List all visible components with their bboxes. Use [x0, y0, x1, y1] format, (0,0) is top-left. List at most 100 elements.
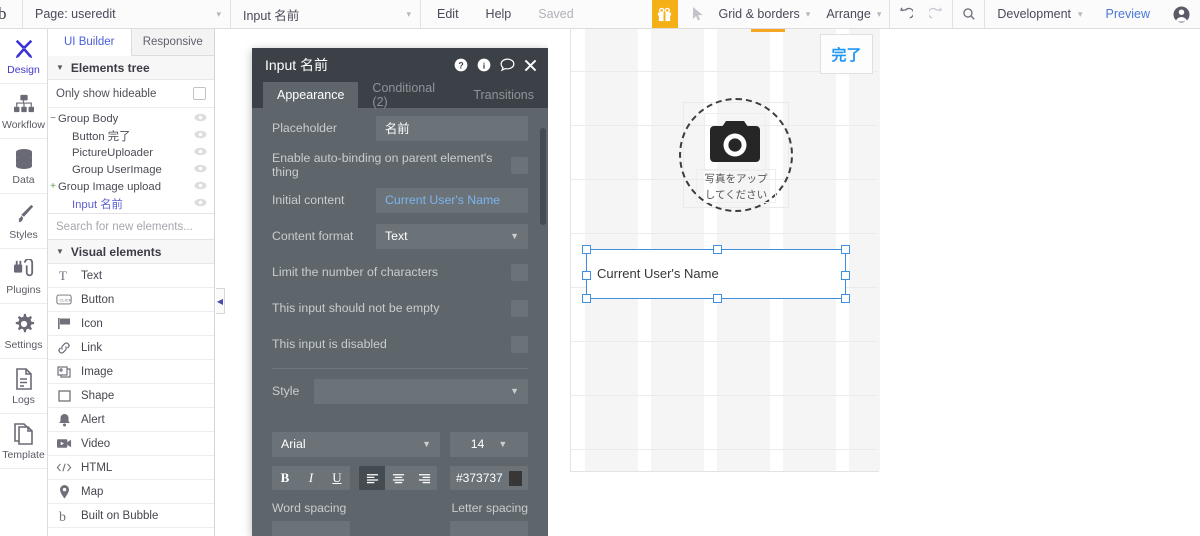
eye-icon[interactable]	[194, 130, 207, 142]
visual-element-map[interactable]: Map	[48, 480, 214, 504]
sidebar-item-data[interactable]: Data	[0, 139, 47, 194]
resize-handle-se[interactable]	[841, 294, 850, 303]
bubble-b-logo[interactable]: b	[0, 0, 22, 28]
eye-icon[interactable]	[194, 181, 207, 193]
resize-handle-sw[interactable]	[582, 294, 591, 303]
undo-icon[interactable]	[890, 0, 921, 28]
tab-ui-builder[interactable]: UI Builder	[48, 29, 132, 56]
eye-icon[interactable]	[194, 147, 207, 159]
design-canvas[interactable]: 完了 写真をアップ してください Current User's Name	[548, 29, 1200, 536]
visual-element-text[interactable]: T Text	[48, 264, 214, 288]
underline-button[interactable]: U	[324, 466, 350, 490]
only-show-hideable-checkbox[interactable]	[193, 87, 206, 100]
font-family-select[interactable]: Arial ▼	[272, 431, 440, 457]
property-panel-scrollbar[interactable]	[540, 108, 546, 536]
autobinding-checkbox[interactable]	[511, 156, 528, 174]
arrange-menu[interactable]: Arrange ▾	[818, 0, 889, 28]
eye-icon[interactable]	[194, 198, 207, 210]
sidebar-item-workflow[interactable]: Workflow	[0, 84, 47, 139]
visual-element-video[interactable]: Video	[48, 432, 214, 456]
resize-handle-s[interactable]	[713, 294, 722, 303]
resize-handle-e[interactable]	[841, 271, 850, 280]
info-circle-icon[interactable]: i	[477, 58, 491, 72]
sidebar-item-settings[interactable]: Settings	[0, 304, 47, 359]
align-right-icon[interactable]	[411, 466, 437, 490]
edit-menu[interactable]: Edit	[420, 0, 472, 28]
tab-responsive[interactable]: Responsive	[131, 29, 214, 55]
visual-element-html[interactable]: HTML	[48, 456, 214, 480]
upload-instruction-text: 写真をアップ してください	[696, 169, 776, 203]
tree-item-input-namae[interactable]: Input 名前	[48, 195, 214, 212]
sidebar-item-design[interactable]: Design	[0, 29, 47, 84]
visual-element-shape[interactable]: Shape	[48, 384, 214, 408]
visual-element-image[interactable]: Image	[48, 360, 214, 384]
tree-item-pictureuploader[interactable]: PictureUploader	[48, 144, 214, 161]
sidebar-item-template[interactable]: Template	[0, 414, 47, 469]
user-avatar-icon[interactable]	[1163, 0, 1200, 28]
tree-item-button-kanryo[interactable]: Button 完了	[48, 127, 214, 144]
grid-borders-menu[interactable]: Grid & borders ▾	[715, 0, 819, 28]
visual-element-built-on-bubble[interactable]: b Built on Bubble	[48, 504, 214, 528]
visual-element-alert[interactable]: Alert	[48, 408, 214, 432]
panel-collapse-handle[interactable]: ◀	[216, 288, 225, 314]
disabled-checkbox[interactable]	[511, 335, 528, 353]
bold-button[interactable]: B	[272, 466, 298, 490]
comment-icon[interactable]	[500, 58, 515, 72]
preview-button[interactable]: Preview	[1092, 0, 1163, 28]
font-color-picker[interactable]: #373737	[450, 466, 528, 490]
page-body[interactable]: 完了 写真をアップ してください Current User's Name	[570, 29, 880, 472]
selected-input-element[interactable]: Current User's Name	[582, 245, 850, 303]
limit-characters-checkbox[interactable]	[511, 263, 528, 281]
search-icon[interactable]	[953, 0, 984, 28]
visual-element-link[interactable]: Link	[48, 336, 214, 360]
element-selector[interactable]: Input 名前 ▾	[230, 0, 420, 28]
redo-icon[interactable]	[921, 0, 952, 28]
eye-icon[interactable]	[194, 113, 207, 125]
tree-toggle-icon[interactable]: −	[48, 113, 58, 124]
sidebar-item-plugins[interactable]: Plugins	[0, 249, 47, 304]
tab-transitions[interactable]: Transitions	[459, 82, 548, 108]
search-new-elements-input[interactable]: Search for new elements...	[48, 214, 214, 240]
version-selector[interactable]: Development ▾	[984, 0, 1091, 28]
align-center-icon[interactable]	[385, 466, 411, 490]
resize-handle-nw[interactable]	[582, 245, 591, 254]
sidebar-item-styles[interactable]: Styles	[0, 194, 47, 249]
font-size-select[interactable]: 14 ▼	[450, 431, 528, 457]
cursor-pointer-icon[interactable]	[678, 0, 715, 28]
done-button[interactable]: 完了	[820, 34, 873, 74]
resize-handle-n[interactable]	[713, 245, 722, 254]
tree-item-group-userimage[interactable]: Group UserImage	[48, 161, 214, 178]
visual-element-button[interactable]: CLICK Button	[48, 288, 214, 312]
visual-element-icon[interactable]: Icon	[48, 312, 214, 336]
scrollbar-thumb[interactable]	[540, 128, 546, 225]
sidebar-item-logs[interactable]: Logs	[0, 359, 47, 414]
svg-text:T: T	[58, 269, 66, 282]
help-menu[interactable]: Help	[472, 0, 525, 28]
input-initial-content-text: Current User's Name	[597, 266, 719, 281]
tab-appearance[interactable]: Appearance	[263, 82, 359, 108]
eye-icon[interactable]	[194, 164, 207, 176]
content-format-select[interactable]: Text ▼	[376, 223, 528, 249]
tab-conditional[interactable]: Conditional (2)	[358, 81, 459, 109]
letter-spacing-input[interactable]	[450, 521, 528, 536]
not-empty-checkbox[interactable]	[511, 299, 528, 317]
initial-content-input[interactable]: Current User's Name	[376, 187, 528, 213]
placeholder-input[interactable]: 名前	[376, 115, 528, 141]
italic-button[interactable]: I	[298, 466, 324, 490]
elements-tree-header[interactable]: ▼ Elements tree	[48, 56, 214, 80]
tree-item-group-body[interactable]: − Group Body	[48, 110, 214, 127]
page-selector[interactable]: Page: useredit ▾	[22, 0, 230, 28]
camera-icon[interactable]	[704, 113, 766, 171]
style-select[interactable]: ▼	[314, 378, 528, 404]
tree-toggle-icon[interactable]: +	[48, 181, 58, 192]
resize-handle-ne[interactable]	[841, 245, 850, 254]
resize-handle-w[interactable]	[582, 271, 591, 280]
align-left-icon[interactable]	[359, 466, 385, 490]
flag-icon	[56, 317, 72, 330]
tree-item-group-image-upload[interactable]: + Group Image upload	[48, 178, 214, 195]
help-circle-icon[interactable]: ?	[454, 58, 468, 72]
gift-icon[interactable]	[651, 0, 678, 28]
close-icon[interactable]	[524, 59, 537, 72]
visual-elements-header[interactable]: ▼ Visual elements	[48, 240, 214, 264]
word-spacing-input[interactable]	[272, 521, 350, 536]
